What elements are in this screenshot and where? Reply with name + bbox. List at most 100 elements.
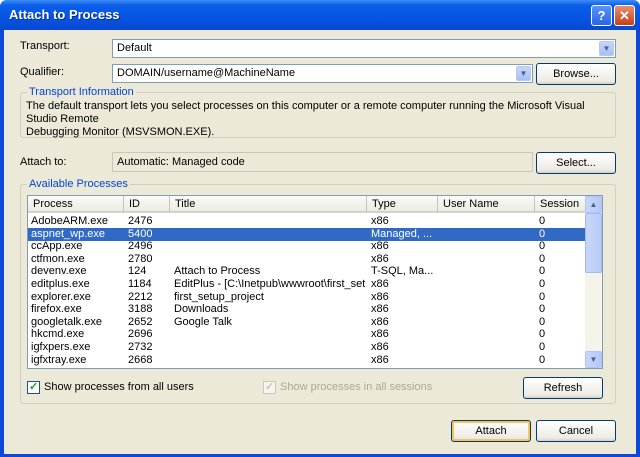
cell-session: 0 bbox=[539, 290, 546, 303]
column-header-id[interactable]: ID bbox=[124, 196, 170, 213]
cell-type: x86 bbox=[371, 315, 389, 328]
table-row[interactable]: devenv.exe 124 Attach to Process T-SQL, Ma.… bbox=[28, 265, 585, 278]
cell-type: x86 bbox=[371, 215, 389, 227]
check-icon: ✓ bbox=[265, 381, 275, 393]
table-row[interactable]: ccApp.exe 2496 x86 0 bbox=[28, 240, 585, 253]
table-row[interactable]: hkcmd.exe 2696 x86 0 bbox=[28, 328, 585, 341]
table-row[interactable]: editplus.exe 1184 EditPlus - [C:\Inetpub\w… bbox=[28, 278, 585, 291]
scrollbar-thumb[interactable] bbox=[585, 213, 602, 273]
cell-process: aspnet_wp.exe bbox=[31, 227, 105, 240]
window-title: Attach to Process bbox=[9, 7, 120, 22]
cell-session: 0 bbox=[539, 353, 546, 366]
cell-id: 1184 bbox=[128, 278, 152, 290]
attach-to-field: Automatic: Managed code bbox=[112, 152, 533, 172]
chevron-down-icon[interactable]: ▼ bbox=[599, 41, 614, 56]
table-row[interactable]: igfxtray.exe 2668 x86 0 bbox=[28, 354, 585, 367]
attach-button[interactable]: Attach bbox=[451, 420, 531, 442]
browse-button[interactable]: Browse... bbox=[536, 63, 616, 85]
qualifier-combobox[interactable]: DOMAIN/username@MachineName ▼ bbox=[112, 64, 533, 83]
close-button[interactable]: ✕ bbox=[614, 5, 635, 26]
cell-id: 2496 bbox=[128, 240, 153, 253]
cell-session: 0 bbox=[539, 278, 546, 290]
cell-type: x86 bbox=[371, 341, 389, 353]
transport-information-line: Debugging Monitor (MSVSMON.EXE). bbox=[26, 126, 215, 138]
cell-process: ctfmon.exe bbox=[31, 252, 85, 265]
column-header-session[interactable]: Session bbox=[535, 196, 587, 213]
cell-id: 5400 bbox=[128, 227, 153, 240]
check-icon: ✓ bbox=[29, 381, 39, 393]
cell-session: 0 bbox=[539, 328, 546, 341]
refresh-button[interactable]: Refresh bbox=[523, 377, 603, 399]
column-header-title[interactable]: Title bbox=[170, 196, 367, 213]
transport-combobox[interactable]: Default ▼ bbox=[112, 39, 616, 58]
cell-title: first_setup_project bbox=[174, 290, 264, 303]
column-header-user-name[interactable]: User Name bbox=[438, 196, 535, 213]
table-row[interactable]: explorer.exe 2212 first_setup_project x86 0 bbox=[28, 291, 585, 304]
cell-title: Attach to Process bbox=[174, 265, 261, 278]
table-row[interactable]: aspnet_wp.exe 5400 Managed, ... 0 bbox=[28, 227, 585, 241]
table-row[interactable]: igfxpers.exe 2732 x86 0 bbox=[28, 341, 585, 354]
table-row[interactable]: googletalk.exe 2652 Google Talk x86 0 bbox=[28, 316, 585, 329]
cell-session: 0 bbox=[539, 215, 546, 227]
close-icon: ✕ bbox=[619, 8, 630, 23]
cell-type: x86 bbox=[371, 303, 389, 316]
help-button[interactable]: ? bbox=[591, 5, 612, 26]
cell-id: 2780 bbox=[128, 252, 153, 265]
cell-title: Google Talk bbox=[174, 315, 232, 328]
arrow-down-icon[interactable]: ▼ bbox=[585, 351, 602, 368]
table-row[interactable]: ctfmon.exe 2780 x86 0 bbox=[28, 253, 585, 266]
cell-process: googletalk.exe bbox=[31, 315, 102, 328]
help-icon: ? bbox=[597, 8, 606, 23]
cell-title: Downloads bbox=[174, 303, 229, 316]
cell-process: ccApp.exe bbox=[31, 240, 83, 253]
cell-session: 0 bbox=[539, 341, 546, 353]
process-list-header: Process ID Title Type User Name Session bbox=[28, 196, 587, 213]
process-list[interactable]: Process ID Title Type User Name Session … bbox=[27, 195, 603, 369]
table-row[interactable]: AdobeARM.exe 2476 x86 0 bbox=[28, 215, 585, 228]
cell-id: 3188 bbox=[128, 303, 153, 316]
cell-id: 2732 bbox=[128, 341, 153, 353]
column-header-type[interactable]: Type bbox=[367, 196, 438, 213]
arrow-up-icon[interactable]: ▲ bbox=[585, 196, 602, 213]
show-all-sessions-label: Show processes in all sessions bbox=[280, 381, 433, 393]
cell-id: 2652 bbox=[128, 315, 153, 328]
attach-to-value: Automatic: Managed code bbox=[117, 156, 245, 168]
process-list-scrollbar[interactable]: ▲ ▼ bbox=[585, 196, 602, 368]
cancel-button[interactable]: Cancel bbox=[536, 420, 616, 442]
attach-to-process-window: Attach to Process ? ✕ Transport: Default… bbox=[0, 0, 640, 457]
attach-to-label: Attach to: bbox=[20, 156, 67, 168]
cell-type: x86 bbox=[371, 240, 389, 253]
dialog-body: Transport: Default ▼ Qualifier: DOMAIN/u… bbox=[4, 30, 636, 454]
available-processes-group: Available Processes Process ID Title Typ… bbox=[20, 178, 616, 404]
chevron-down-icon[interactable]: ▼ bbox=[516, 66, 531, 81]
show-all-users-checkbox[interactable]: ✓ bbox=[27, 381, 40, 394]
table-row[interactable]: firefox.exe 3188 Downloads x86 0 bbox=[28, 303, 585, 316]
show-all-sessions-checkbox: ✓ bbox=[263, 381, 276, 394]
transport-label: Transport: bbox=[20, 40, 70, 52]
qualifier-value: DOMAIN/username@MachineName bbox=[117, 67, 296, 79]
cell-id: 2476 bbox=[128, 215, 153, 227]
cell-id: 2668 bbox=[128, 353, 153, 366]
cell-type: T-SQL, Ma... bbox=[371, 265, 434, 278]
transport-value: Default bbox=[117, 42, 152, 54]
qualifier-label: Qualifier: bbox=[20, 66, 65, 78]
transport-information-line: The default transport lets you select pr… bbox=[26, 100, 585, 125]
cell-id: 2212 bbox=[128, 290, 153, 303]
show-all-users-label[interactable]: Show processes from all users bbox=[44, 381, 194, 393]
select-button[interactable]: Select... bbox=[536, 152, 616, 174]
transport-information-group: Transport Information The default transp… bbox=[20, 86, 616, 138]
cell-session: 0 bbox=[539, 303, 546, 316]
cell-process: AdobeARM.exe bbox=[31, 215, 109, 227]
cell-id: 2696 bbox=[128, 328, 153, 341]
transport-information-title: Transport Information bbox=[27, 86, 136, 98]
cell-process: devenv.exe bbox=[31, 265, 87, 278]
available-processes-title: Available Processes bbox=[27, 178, 130, 190]
cell-session: 0 bbox=[539, 252, 546, 265]
cell-title: EditPlus - [C:\Inetpub\wwwroot\first_set… bbox=[174, 278, 365, 290]
cell-session: 0 bbox=[539, 227, 546, 240]
title-bar[interactable]: Attach to Process ? ✕ bbox=[0, 0, 640, 30]
cell-id: 124 bbox=[128, 265, 147, 278]
cell-process: igfxtray.exe bbox=[31, 353, 87, 366]
cell-process: firefox.exe bbox=[31, 303, 82, 316]
column-header-process[interactable]: Process bbox=[28, 196, 124, 213]
